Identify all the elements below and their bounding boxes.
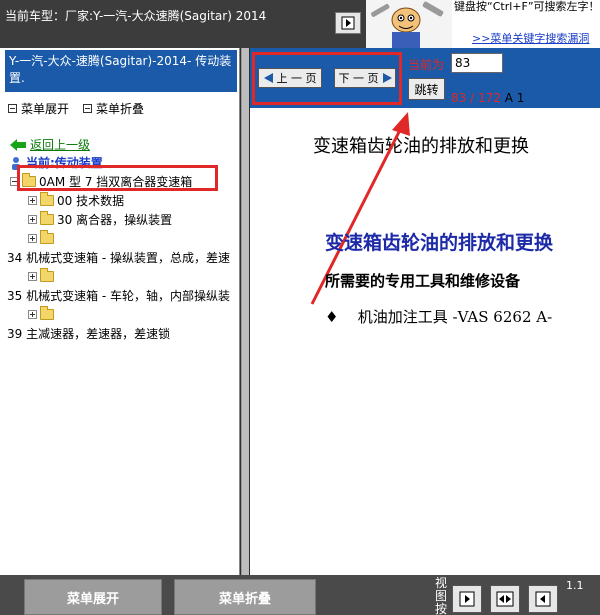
- folder-icon: [40, 229, 54, 244]
- back-up-label: 返回上一级: [30, 138, 91, 152]
- expand-box-icon: [28, 214, 37, 224]
- document-view: 上 一 页 下 一 页 当前为 跳转 83 / 172 A 1 变速箱齿轮油的排…: [250, 48, 600, 575]
- expand-box-icon: [28, 233, 37, 243]
- minus-box-icon: [8, 104, 17, 113]
- tree-item-34-manual-gearbox[interactable]: 34 机械式变速箱 - 操纵装置，总成，差速: [7, 248, 230, 266]
- expand-box-icon: [28, 271, 37, 281]
- tree-item-label: 39 主减速器，差速器，差速锁: [7, 326, 171, 341]
- menu-collapse-label: 菜单折叠: [96, 102, 145, 116]
- bottom-collapse-button[interactable]: 菜单折叠: [174, 579, 316, 615]
- folder-icon: [40, 267, 54, 282]
- folder-icon: [40, 305, 54, 320]
- tree-item-folder-empty-3[interactable]: [28, 305, 57, 323]
- menu-collapse-toggle[interactable]: 菜单折叠: [83, 100, 144, 117]
- page-number-input[interactable]: [451, 53, 503, 73]
- jump-button[interactable]: 跳转: [408, 78, 445, 100]
- diamond-bullet-icon: ♦: [325, 308, 339, 326]
- panel-splitter[interactable]: [241, 48, 249, 575]
- minus-box-icon: [83, 104, 92, 113]
- play-right-icon: [341, 16, 355, 30]
- keyword-search-link[interactable]: >>菜单关键字搜索漏洞: [472, 30, 589, 46]
- page-counter: 83 / 172 A 1: [451, 91, 524, 105]
- tree-item-label: 34 机械式变速箱 - 操纵装置，总成，差速: [7, 250, 231, 265]
- bottom-expand-button[interactable]: 菜单展开: [24, 579, 162, 615]
- tree-item-folder-empty-1[interactable]: [28, 229, 57, 247]
- folder-icon: [40, 191, 54, 206]
- annotation-highlight-box: [17, 165, 218, 191]
- play-left-icon: [535, 591, 551, 607]
- page-separator: /: [470, 91, 475, 105]
- document-title: 变速箱齿轮油的排放和更换: [325, 232, 554, 254]
- tree-item-folder-empty-2[interactable]: [28, 267, 57, 285]
- mechanic-mascot-icon: [371, 1, 444, 48]
- top-header: 当前车型：厂家:Y-一汽-大众速腾(Sagitar) 2014 键盘按“Ctrl…: [0, 0, 600, 48]
- back-arrow-icon: [10, 138, 26, 151]
- mascot-image: [366, 0, 452, 48]
- view-split-button[interactable]: [490, 585, 520, 613]
- tree-item-label: 00 技术数据: [57, 193, 125, 208]
- view-next-button[interactable]: [452, 585, 482, 613]
- search-hint-text: 键盘按“Ctrl+F”可搜索左字！: [454, 0, 600, 13]
- current-car-label: 当前车型：厂家:Y-一汽-大众速腾(Sagitar) 2014: [5, 9, 267, 23]
- view-number: 1.1: [566, 579, 584, 592]
- page-suffix: A 1: [504, 91, 525, 105]
- pager-toolbar: 上 一 页 下 一 页 当前为 跳转 83 / 172 A 1: [250, 48, 600, 108]
- current-page-label: 当前为: [408, 58, 445, 72]
- back-up-link[interactable]: 返回上一级: [10, 136, 90, 153]
- tools-heading: 所需要的专用工具和维修设备: [325, 272, 521, 290]
- play-right-icon: [459, 591, 475, 607]
- tree-item-label: 30 离合器，操纵装置: [57, 212, 173, 227]
- tree-item-label: 35 机械式变速箱 - 车轮，轴，内部操纵装: [7, 288, 231, 303]
- view-button-label: 视图按: [435, 576, 448, 615]
- expand-box-icon: [28, 309, 37, 319]
- view-prev-button[interactable]: [528, 585, 558, 613]
- current-page-number: 83: [451, 91, 467, 105]
- folder-icon: [40, 210, 54, 225]
- total-pages: 172: [477, 91, 501, 105]
- tree-item-35-manual-gearbox[interactable]: 35 机械式变速箱 - 车轮，轴，内部操纵装: [7, 286, 230, 304]
- split-arrows-icon: [496, 591, 514, 607]
- menu-sidebar: Y-一汽-大众-速腾(Sagitar)-2014- 传动装置. 菜单展开 菜单折…: [0, 48, 240, 575]
- nav-forward-button[interactable]: [335, 12, 361, 34]
- bottom-toolbar: 菜单展开 菜单折叠 视图按 1.1: [0, 575, 600, 615]
- menu-expand-toggle[interactable]: 菜单展开: [8, 100, 69, 117]
- tree-item-technical-data[interactable]: 00 技术数据: [28, 191, 124, 209]
- model-title: Y-一汽-大众-速腾(Sagitar)-2014- 传动装置.: [5, 50, 237, 92]
- expand-box-icon: [28, 195, 37, 205]
- tree-item-clutch[interactable]: 30 离合器，操纵装置: [28, 210, 172, 228]
- tree-item-39-final-drive[interactable]: 39 主减速器，差速器，差速锁: [7, 324, 170, 342]
- search-hint-panel: 键盘按“Ctrl+F”可搜索左字！ >>菜单关键字搜索漏洞: [452, 0, 600, 48]
- tool-list-item: ♦ 机油加注工具 -VAS 6262 A-: [325, 306, 552, 327]
- menu-expand-label: 菜单展开: [21, 102, 70, 116]
- tool-item-text: 机油加注工具 -VAS 6262 A-: [357, 308, 553, 326]
- annotation-highlight-box: [252, 52, 402, 105]
